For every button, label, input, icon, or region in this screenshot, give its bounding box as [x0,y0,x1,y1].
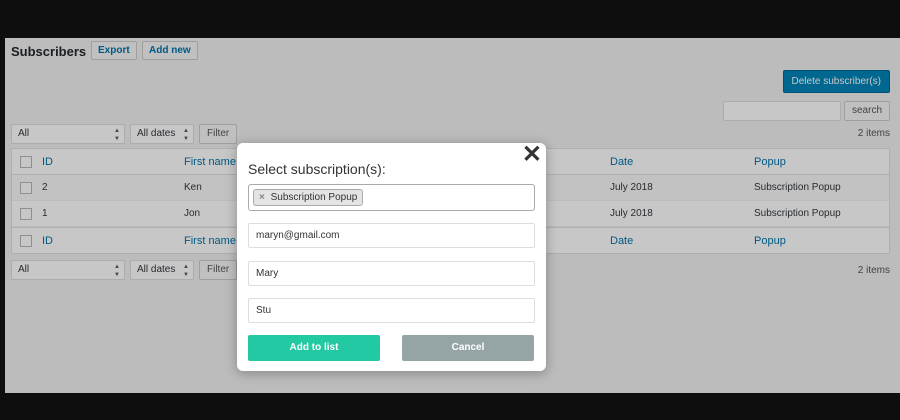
subscription-multiselect[interactable]: × Subscription Popup [248,184,535,211]
tag-label: Subscription Popup [270,192,358,203]
remove-tag-icon[interactable]: × [259,192,265,203]
selected-subscription-tag: × Subscription Popup [253,189,364,206]
first-name-field[interactable] [248,261,535,286]
last-name-field[interactable] [248,298,535,323]
modal-title: Select subscription(s): [248,161,386,177]
add-to-list-button[interactable]: Add to list [248,335,380,361]
email-field[interactable] [248,223,535,248]
select-subscription-modal: ✕ Select subscription(s): × Subscription… [237,143,546,371]
cancel-button[interactable]: Cancel [402,335,534,361]
close-icon[interactable]: ✕ [522,143,542,167]
